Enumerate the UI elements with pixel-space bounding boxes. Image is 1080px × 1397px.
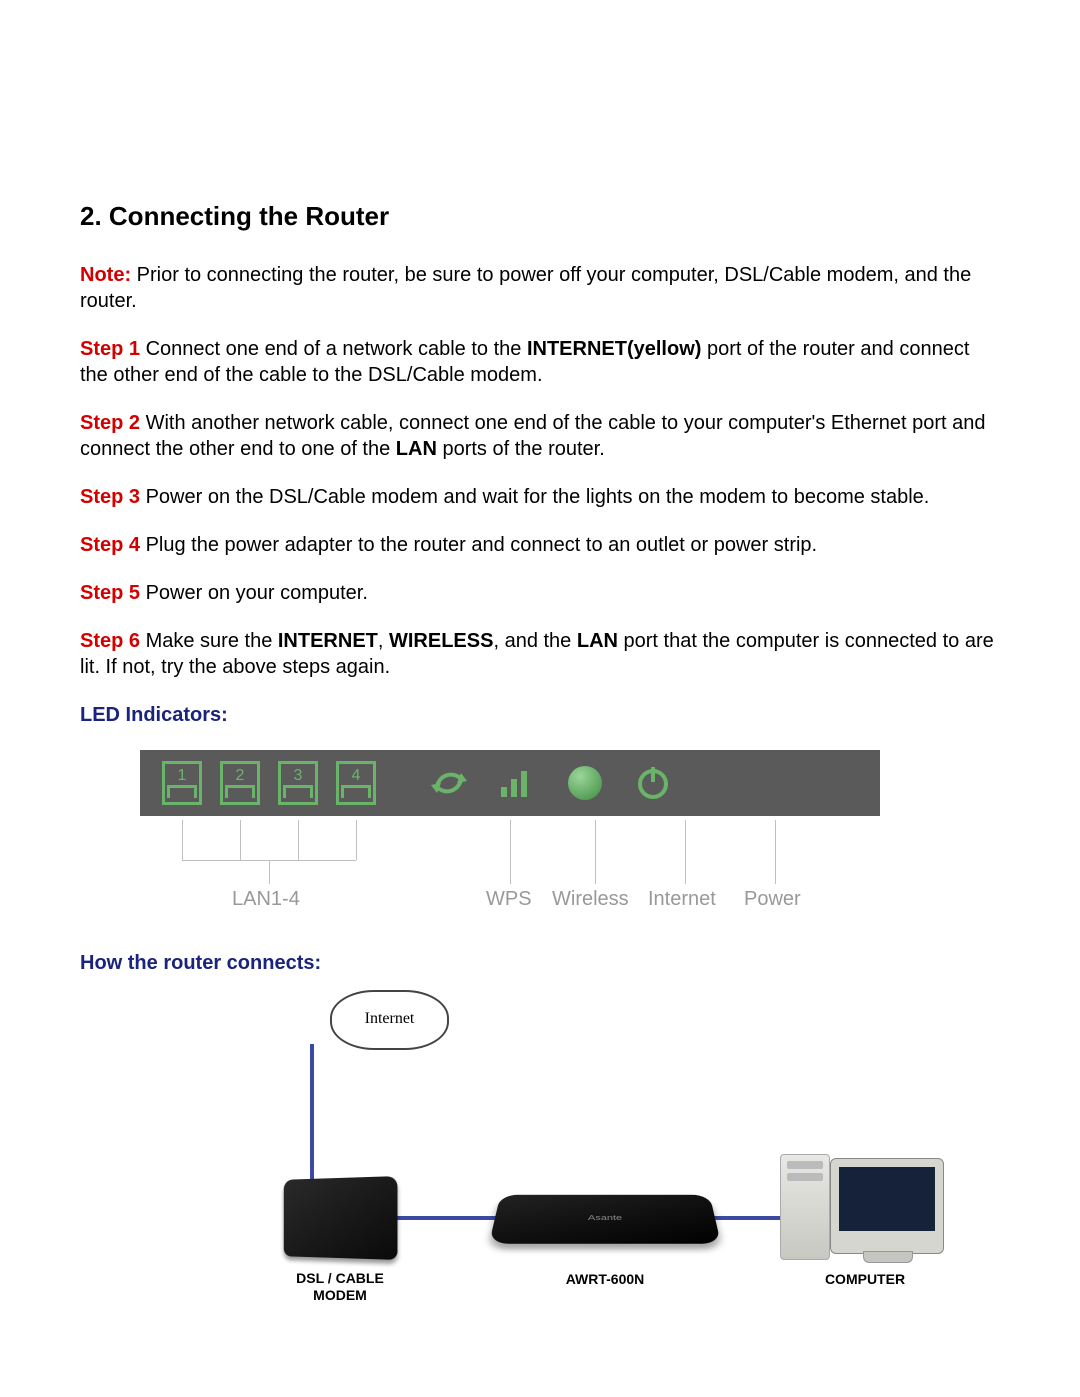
power-legend-label: Power (744, 886, 801, 912)
page-title: 2. Connecting the Router (80, 200, 1000, 234)
step-paragraph: Step 2 With another network cable, conne… (80, 410, 1000, 462)
step-text: Make sure the (140, 630, 278, 652)
wps-icon (424, 763, 474, 803)
internet-legend-label: Internet (648, 886, 716, 912)
router-brand-label: Asante (588, 1213, 623, 1222)
step-label: Step 1 (80, 338, 140, 360)
document-page: 2. Connecting the Router Note: Prior to … (0, 0, 1080, 1397)
cloud-label: Internet (365, 1009, 415, 1030)
step-paragraph: Step 5 Power on your computer. (80, 580, 1000, 606)
lan-led-number: 2 (236, 766, 245, 787)
step-label: Step 5 (80, 582, 140, 604)
power-icon (628, 764, 678, 802)
router-label: AWRT-600N (540, 1270, 670, 1288)
computer-device (780, 1150, 948, 1260)
step-paragraph: Step 3 Power on the DSL/Cable modem and … (80, 484, 1000, 510)
step-label: Step 4 (80, 534, 140, 556)
lan-led-icon: 3 (278, 761, 318, 805)
internet-icon (560, 766, 610, 800)
step-text: , and the (493, 630, 576, 652)
router-device: Asante (495, 1180, 715, 1256)
step-label: Step 6 (80, 630, 140, 652)
step-label: Step 3 (80, 486, 140, 508)
internet-cloud: Internet (330, 990, 449, 1050)
cable-line (310, 1044, 314, 1194)
wireless-legend-label: Wireless (552, 886, 629, 912)
lan-led-icon: 4 (336, 761, 376, 805)
note-text: Prior to connecting the router, be sure … (80, 264, 971, 312)
connection-heading: How the router connects: (80, 950, 1000, 976)
connection-diagram: Internet DSL / CABLE MODEM Asante AWRT-6… (200, 1000, 980, 1300)
step-paragraph: Step 1 Connect one end of a network cabl… (80, 336, 1000, 388)
wireless-icon (492, 763, 542, 803)
step-text: Power on your computer. (140, 582, 368, 604)
lan-led-icon: 1 (162, 761, 202, 805)
led-panel: 1 2 3 4 (140, 750, 880, 816)
step-text: , (378, 630, 389, 652)
step-text: Power on the DSL/Cable modem and wait fo… (140, 486, 929, 508)
step-paragraph: Step 6 Make sure the INTERNET, WIRELESS,… (80, 628, 1000, 680)
note-label: Note: (80, 264, 131, 286)
lan-led-icon: 2 (220, 761, 260, 805)
wps-legend-label: WPS (486, 886, 532, 912)
note-paragraph: Note: Prior to connecting the router, be… (80, 262, 1000, 314)
lan-led-number: 4 (352, 766, 361, 787)
step-bold: INTERNET(yellow) (527, 338, 701, 360)
led-indicator-figure: 1 2 3 4 (140, 750, 1000, 920)
step-bold: INTERNET (278, 630, 378, 652)
step-text: Plug the power adapter to the router and… (140, 534, 817, 556)
step-bold: LAN (577, 630, 618, 652)
computer-label: COMPUTER (800, 1270, 930, 1288)
led-heading: LED Indicators: (80, 702, 1000, 728)
lan-led-number: 1 (178, 766, 187, 787)
step-text: Connect one end of a network cable to th… (140, 338, 527, 360)
led-legend: LAN1-4 WPS Wireless Internet Power (140, 820, 880, 920)
lan-led-number: 3 (294, 766, 303, 787)
step-label: Step 2 (80, 412, 140, 434)
modem-label: DSL / CABLE MODEM (280, 1270, 400, 1304)
step-bold: LAN (396, 438, 437, 460)
lan-legend-label: LAN1-4 (232, 886, 300, 912)
step-text: ports of the router. (437, 438, 605, 460)
step-paragraph: Step 4 Plug the power adapter to the rou… (80, 532, 1000, 558)
modem-device (280, 1178, 396, 1258)
step-bold: WIRELESS (389, 630, 493, 652)
